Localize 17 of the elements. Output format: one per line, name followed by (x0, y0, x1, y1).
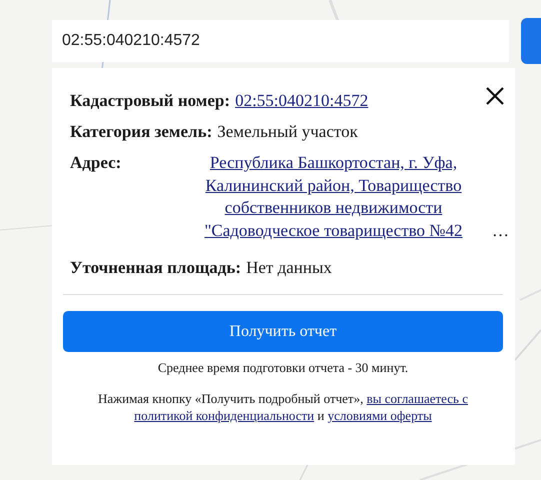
cadastral-link[interactable]: 02:55:040210:4572 (235, 90, 368, 112)
ellipsis-mark: … (492, 220, 509, 242)
terms-link[interactable]: вы соглашаетесь с (366, 391, 468, 406)
address-link[interactable]: Республика Башкортостан, г. Уфа, Калининский район, Товарищество собственников недвижимости "Садоводческое товарищество №42 (175, 152, 492, 242)
terms-link[interactable]: политикой конфиденциальности (134, 408, 314, 423)
field-label: Категория земель: (70, 121, 212, 143)
terms-link[interactable]: условиями оферты (328, 408, 432, 423)
field-value: Земельный участок (217, 121, 358, 143)
time-note: Среднее время подготовки отчета - 30 минут. (156, 360, 410, 376)
field-label: Адрес: (70, 152, 122, 174)
consent-text: Нажимая кнопку «Получить подробный отчет», вы соглашаетесь с политикой конфиденциальности и условиями оферты (97, 390, 469, 424)
report-button[interactable]: Получить отчет (63, 311, 503, 352)
field-label: Кадастровый номер: (70, 90, 230, 112)
field-value: Нет данных (246, 257, 332, 279)
search-field[interactable]: 02:55:040210:4572 (52, 20, 510, 62)
close-icon[interactable] (485, 86, 505, 106)
field-label: Уточненная площадь: (70, 257, 242, 279)
